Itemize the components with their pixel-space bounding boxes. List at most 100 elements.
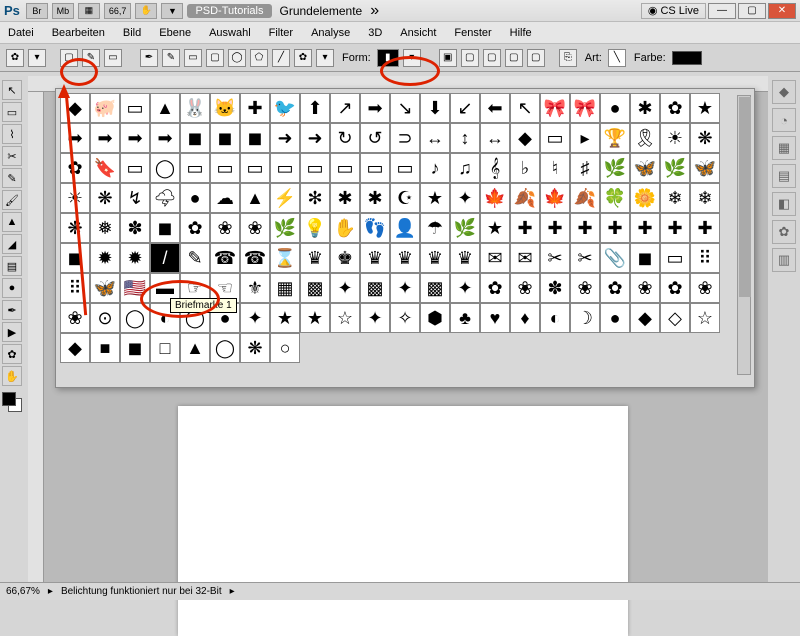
shape-swatch[interactable]: ✉: [510, 243, 540, 273]
shape-swatch[interactable]: ▲: [240, 183, 270, 213]
shape-swatch[interactable]: ✂: [540, 243, 570, 273]
bridge-button[interactable]: Br: [26, 3, 48, 19]
marquee-tool[interactable]: ▭: [2, 102, 22, 122]
roundrect-icon[interactable]: ▢: [206, 49, 224, 67]
scrollbar-thumb[interactable]: [739, 97, 751, 297]
shape-swatch[interactable]: ☆: [330, 303, 360, 333]
crop-tool[interactable]: ✂: [2, 146, 22, 166]
shape-swatch[interactable]: ♪: [420, 153, 450, 183]
workspace-label[interactable]: Grundelemente: [280, 4, 363, 18]
shape-swatch[interactable]: 🌿: [600, 153, 630, 183]
link-icon[interactable]: ⎘: [559, 49, 577, 67]
shape-swatch[interactable]: ✚: [690, 213, 720, 243]
line-icon[interactable]: ╱: [272, 49, 290, 67]
shape-swatch[interactable]: ▭: [210, 153, 240, 183]
shape-swatch[interactable]: ➡: [120, 123, 150, 153]
shape-swatch[interactable]: ▲: [150, 93, 180, 123]
shape-swatch[interactable]: ⠿: [690, 243, 720, 273]
fill-mode[interactable]: ▭: [104, 49, 122, 67]
custom-shape-icon[interactable]: ✿: [294, 49, 312, 67]
shape-swatch[interactable]: 🦋: [90, 273, 120, 303]
shape-swatch[interactable]: ✦: [390, 273, 420, 303]
shape-swatch[interactable]: ♥: [480, 303, 510, 333]
shape-swatch[interactable]: 🐰: [180, 93, 210, 123]
shape-swatch[interactable]: ✻: [300, 183, 330, 213]
panel-icon-2[interactable]: ◔: [772, 108, 796, 132]
shape-picker-dropdown-icon[interactable]: ▾: [403, 49, 421, 67]
rect-icon[interactable]: ▭: [184, 49, 202, 67]
shape-swatch[interactable]: ❀: [690, 273, 720, 303]
style-picker[interactable]: ╲: [608, 49, 626, 67]
shape-swatch[interactable]: ♚: [330, 243, 360, 273]
shape-swatch[interactable]: ✿: [600, 273, 630, 303]
shape-swatch[interactable]: ✿: [660, 273, 690, 303]
shape-swatch[interactable]: ▭: [120, 93, 150, 123]
shape-swatch[interactable]: ↗: [330, 93, 360, 123]
shape-swatch[interactable]: ♦: [510, 303, 540, 333]
shape-swatch[interactable]: ▸: [570, 123, 600, 153]
shape-swatch[interactable]: ❄: [660, 183, 690, 213]
shape-swatch[interactable]: ▩: [360, 273, 390, 303]
shape-swatch[interactable]: ❋: [90, 183, 120, 213]
shape-swatch[interactable]: ↕: [450, 123, 480, 153]
shape-swatch[interactable]: 💡: [300, 213, 330, 243]
shape-swatch[interactable]: 🔖: [90, 153, 120, 183]
shape-swatch[interactable]: ✹: [90, 243, 120, 273]
shape-swatch[interactable]: ✚: [660, 213, 690, 243]
pen-tool[interactable]: ✒: [2, 300, 22, 320]
shape-swatch[interactable]: /: [150, 243, 180, 273]
shape-picker[interactable]: ▮: [377, 49, 399, 67]
shape-swatch[interactable]: ⊙: [90, 303, 120, 333]
shape-swatch[interactable]: ●: [600, 303, 630, 333]
shape-swatch[interactable]: ✱: [330, 183, 360, 213]
shape-swatch[interactable]: ◯: [210, 333, 240, 363]
shape-swatch[interactable]: ❄: [690, 183, 720, 213]
shape-swatch[interactable]: ▲: [180, 333, 210, 363]
shape-swatch[interactable]: ♛: [300, 243, 330, 273]
shape-swatch[interactable]: ➜: [300, 123, 330, 153]
shape-swatch[interactable]: ▩: [300, 273, 330, 303]
shape-swatch[interactable]: 🍀: [600, 183, 630, 213]
shape-tool[interactable]: ✿: [2, 344, 22, 364]
shape-swatch[interactable]: ◼: [60, 243, 90, 273]
menu-ansicht[interactable]: Ansicht: [400, 27, 436, 39]
menu-bild[interactable]: Bild: [123, 27, 141, 39]
panel-icon-1[interactable]: ◆: [772, 80, 796, 104]
align-icon[interactable]: ▢: [527, 49, 545, 67]
shape-swatch[interactable]: ✦: [330, 273, 360, 303]
blur-tool[interactable]: ●: [2, 278, 22, 298]
shape-swatch[interactable]: ✦: [450, 273, 480, 303]
shape-swatch[interactable]: ✎: [180, 243, 210, 273]
shape-swatch[interactable]: ◼: [180, 123, 210, 153]
shape-swatch[interactable]: ❀: [210, 213, 240, 243]
shape-swatch[interactable]: ➜: [270, 123, 300, 153]
brush-tool[interactable]: 🖌: [2, 190, 22, 210]
subtract-icon[interactable]: ▢: [461, 49, 479, 67]
menu-auswahl[interactable]: Auswahl: [209, 27, 251, 39]
shape-swatch[interactable]: ◆: [60, 333, 90, 363]
panel-icon-4[interactable]: ▤: [772, 164, 796, 188]
shape-swatch[interactable]: ◇: [660, 303, 690, 333]
shape-swatch[interactable]: ❀: [570, 273, 600, 303]
combine-icon[interactable]: ▣: [439, 49, 457, 67]
shape-swatch[interactable]: ✹: [120, 243, 150, 273]
menu-bearbeiten[interactable]: Bearbeiten: [52, 27, 105, 39]
psd-tutorials-badge[interactable]: PSD-Tutorials: [187, 4, 271, 18]
stamp-tool[interactable]: ▲: [2, 212, 22, 232]
shape-swatch[interactable]: ❋: [690, 123, 720, 153]
polygon-icon[interactable]: ⬠: [250, 49, 268, 67]
menu-hilfe[interactable]: Hilfe: [510, 27, 532, 39]
menu-filter[interactable]: Filter: [269, 27, 293, 39]
shape-swatch[interactable]: ◼: [150, 213, 180, 243]
shape-swatch[interactable]: ✿: [480, 273, 510, 303]
shape-swatch[interactable]: ✉: [480, 243, 510, 273]
shape-swatch[interactable]: ●: [600, 93, 630, 123]
shape-swatch[interactable]: ◼: [240, 123, 270, 153]
shape-swatch[interactable]: ◼: [210, 123, 240, 153]
shape-swatch[interactable]: ◼: [120, 333, 150, 363]
shape-swatch[interactable]: 🍂: [570, 183, 600, 213]
pen-icon[interactable]: ✒: [140, 49, 158, 67]
shape-swatch[interactable]: 🍂: [510, 183, 540, 213]
hand-icon[interactable]: ✋: [135, 3, 157, 19]
panel-icon-7[interactable]: ▥: [772, 248, 796, 272]
